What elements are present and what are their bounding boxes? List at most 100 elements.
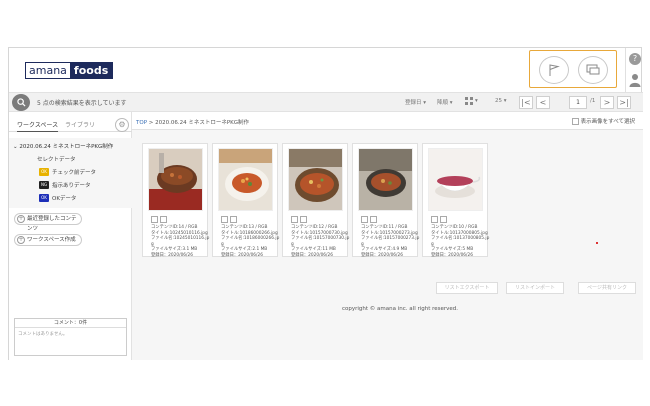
card-select-checkbox[interactable] <box>151 216 158 223</box>
soup-photo-5 <box>429 149 482 210</box>
card-select-checkbox[interactable] <box>361 216 368 223</box>
meta-line: 登録日：2020/06/26 <box>431 252 473 258</box>
sort-field-select[interactable]: 登録日 ▾ <box>405 98 426 106</box>
tab-workspace[interactable]: ワークスペース <box>17 120 59 132</box>
status-badge: OK <box>39 194 49 202</box>
card-check-icon[interactable] <box>440 216 447 223</box>
tree-item-label: チェック前データ <box>52 170 97 176</box>
comment-body: コメントはありません。 <box>18 332 68 337</box>
content-card[interactable]: コンテンツID:14 / RGB タイトル:10245010116.jpg ファ… <box>142 143 210 258</box>
page-share-link-button[interactable]: ページ共有リンク <box>578 282 636 294</box>
copyright-text: copyright © amana inc. all right reserve… <box>342 306 459 312</box>
recent-contents-button[interactable]: + 最近登録したコンテンツ <box>14 213 82 232</box>
content-card[interactable]: コンテンツID:11 / RGB タイトル:10157000273.jpg ファ… <box>352 143 420 258</box>
sidebar: ワークスペース ライブラリ ⚙ ⌄ 2020.06.24 ミネストローネPKG制… <box>9 112 132 360</box>
tree-item-select-data[interactable]: セレクトデータ <box>37 155 76 163</box>
logo-foods: foods <box>69 63 113 78</box>
results-count: 5 点の検索結果を表示しています <box>37 100 127 107</box>
card-select-checkbox[interactable] <box>291 216 298 223</box>
meta-line: ファイル名:10157000273.jp <box>361 236 420 242</box>
search-button[interactable] <box>12 94 30 111</box>
card-check-icon[interactable] <box>160 216 167 223</box>
breadcrumb-current: 2020.06.24 ミネストローネPKG制作 <box>155 120 250 126</box>
first-page-button[interactable]: |< <box>519 96 533 109</box>
tree-root-label: 2020.06.24 ミネストローネPKG制作 <box>19 144 114 150</box>
plus-icon: + <box>17 215 25 223</box>
breadcrumb: TOP > 2020.06.24 ミネストローネPKG制作 <box>136 118 249 126</box>
breadcrumb-bar: TOP > 2020.06.24 ミネストローネPKG制作 表示画像をすべて選択 <box>132 112 643 130</box>
plus-icon: + <box>17 236 25 244</box>
flag-button[interactable] <box>539 56 569 84</box>
card-select-checkbox[interactable] <box>431 216 438 223</box>
meta-line: ファイル名:10157000730.jp <box>291 236 350 242</box>
create-workspace-label: ワークスペース作成 <box>27 237 76 243</box>
card-meta: コンテンツID:10 / RGB タイトル:10137000805.jpg ファ… <box>431 225 489 259</box>
user-icon[interactable] <box>629 73 641 87</box>
content-card[interactable]: コンテンツID:10 / RGB タイトル:10137000805.jpg ファ… <box>422 143 489 259</box>
header: amana foods <box>9 48 625 92</box>
card-meta: コンテンツID:12 / RGB タイトル:10157000730.jpg ファ… <box>291 225 349 259</box>
breadcrumb-top-link[interactable]: TOP <box>136 120 147 126</box>
card-check-icon[interactable] <box>370 216 377 223</box>
view-dropdown-arrow[interactable]: ▾ <box>475 98 478 104</box>
red-dot-marker <box>596 242 598 244</box>
thumbnail-image[interactable] <box>358 148 413 211</box>
main-content: TOP > 2020.06.24 ミネストローネPKG制作 表示画像をすべて選択 <box>132 112 643 360</box>
breadcrumb-separator: > <box>147 120 156 126</box>
monitor-button[interactable] <box>578 56 608 84</box>
meta-line: ファイル名:10186000266.jp <box>221 236 280 242</box>
thumbnail-image[interactable] <box>428 148 483 211</box>
next-page-button[interactable]: > <box>600 96 614 109</box>
list-export-button[interactable]: リストエクスポート <box>436 282 498 294</box>
sort-order-select[interactable]: 降順 ▾ <box>437 98 453 106</box>
meta-line: 登録日：2020/06/26 <box>291 252 333 258</box>
tab-library[interactable]: ライブラリ <box>65 120 95 129</box>
workspace-tree: ⌄ 2020.06.24 ミネストローネPKG制作 セレクトデータ OK チェッ… <box>9 138 132 208</box>
card-meta: コンテンツID:13 / RGB タイトル:10186000266.jpg ファ… <box>221 225 279 259</box>
app-window: amana foods ? 5 点の検索結果を表示しています 登録日 ▾ 降順 … <box>8 47 643 360</box>
content-card[interactable]: コンテンツID:12 / RGB タイトル:10157000730.jpg ファ… <box>282 143 349 259</box>
search-icon <box>16 98 26 107</box>
card-check-icon[interactable] <box>300 216 307 223</box>
page-total: /1 <box>590 98 596 104</box>
grid-view-toggle[interactable] <box>465 97 473 107</box>
tree-item-instructions[interactable]: NG 指示ありデータ <box>39 181 91 189</box>
card-select-checkbox[interactable] <box>221 216 228 223</box>
meta-line: 登録日：2020/06/26 <box>221 252 263 258</box>
page-number-input[interactable]: 1 <box>569 96 587 109</box>
content-card[interactable]: コンテンツID:13 / RGB タイトル:10186000266.jpg ファ… <box>212 143 279 259</box>
flag-icon <box>549 64 560 76</box>
soup-photo-4 <box>359 149 412 210</box>
last-page-button[interactable]: >| <box>617 96 631 109</box>
soup-photo-3 <box>289 149 342 210</box>
tree-root[interactable]: ⌄ 2020.06.24 ミネストローネPKG制作 <box>13 142 113 150</box>
thumbnail-image[interactable] <box>218 148 273 211</box>
tree-item-label: OKデータ <box>52 196 77 202</box>
help-icon[interactable]: ? <box>629 53 641 65</box>
thumbnail-image[interactable] <box>148 148 203 211</box>
per-page-select[interactable]: 25 ▾ <box>495 98 507 104</box>
thumbnail-image[interactable] <box>288 148 343 211</box>
select-all-toggle[interactable]: 表示画像をすべて選択 <box>571 117 635 125</box>
grid-icon <box>465 97 473 105</box>
status-badge: NG <box>39 181 49 189</box>
card-checkboxes <box>361 216 379 223</box>
meta-line: 登録日：2020/06/26 <box>361 252 403 258</box>
monitor-icon <box>586 64 600 75</box>
tree-item-ok-data[interactable]: OK OKデータ <box>39 194 76 202</box>
tree-item-label: 指示ありデータ <box>52 183 91 189</box>
meta-line: ファイル名:10245010116.jp <box>151 236 210 242</box>
gear-icon[interactable]: ⚙ <box>115 118 129 132</box>
create-workspace-button[interactable]: + ワークスペース作成 <box>14 234 82 246</box>
prev-page-button[interactable]: < <box>536 96 550 109</box>
select-all-label: 表示画像をすべて選択 <box>580 119 635 125</box>
select-all-checkbox[interactable] <box>571 117 579 125</box>
card-check-icon[interactable] <box>230 216 237 223</box>
logo-amana: amana <box>26 63 70 78</box>
tree-item-pre-check[interactable]: OK チェック前データ <box>39 168 96 176</box>
search-toolbar: 5 点の検索結果を表示しています 登録日 ▾ 降順 ▾ ▾ 25 ▾ |< < … <box>9 92 643 112</box>
meta-line: 登録日：2020/06/26 <box>151 252 193 258</box>
amana-foods-logo[interactable]: amana foods <box>25 62 114 79</box>
list-import-button[interactable]: リストインポート <box>506 282 564 294</box>
card-checkboxes <box>291 216 309 223</box>
